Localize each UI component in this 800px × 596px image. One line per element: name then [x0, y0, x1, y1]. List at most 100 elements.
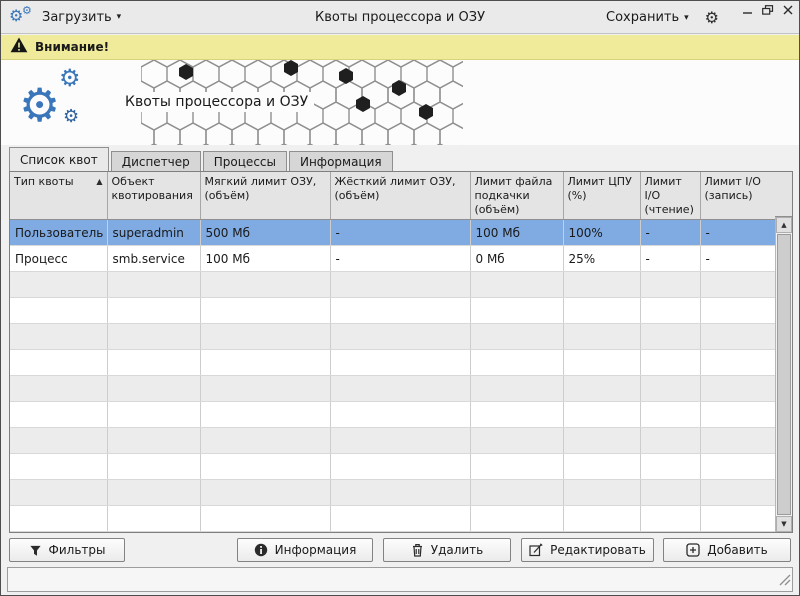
table-cell[interactable]	[10, 480, 107, 506]
table-cell[interactable]	[563, 402, 640, 428]
table-cell[interactable]	[563, 350, 640, 376]
table-cell[interactable]	[700, 402, 776, 428]
table-cell[interactable]	[640, 428, 700, 454]
table-row[interactable]	[10, 376, 776, 402]
table-cell[interactable]	[200, 402, 330, 428]
scrollbar-thumb[interactable]	[777, 234, 791, 515]
table-cell[interactable]	[640, 506, 700, 532]
table-row[interactable]: Пользовательsuperadmin500 Мб-100 Мб100%-…	[10, 220, 776, 246]
table-cell[interactable]	[563, 506, 640, 532]
table-cell[interactable]	[563, 454, 640, 480]
table-cell[interactable]: 0 Мб	[470, 246, 563, 272]
table-cell[interactable]: Пользователь	[10, 220, 107, 246]
column-header[interactable]: Тип квоты▲	[10, 172, 107, 220]
table-cell[interactable]	[10, 454, 107, 480]
table-cell[interactable]: -	[640, 246, 700, 272]
table-cell[interactable]	[330, 506, 470, 532]
table-cell[interactable]	[563, 376, 640, 402]
tab-quota-list[interactable]: Список квот	[9, 147, 109, 171]
table-cell[interactable]	[107, 506, 200, 532]
table-cell[interactable]	[200, 324, 330, 350]
add-button[interactable]: Добавить	[663, 538, 791, 562]
table-cell[interactable]	[700, 272, 776, 298]
table-cell[interactable]: -	[330, 220, 470, 246]
table-cell[interactable]	[470, 506, 563, 532]
table-cell[interactable]	[700, 480, 776, 506]
table-row[interactable]	[10, 402, 776, 428]
table-cell[interactable]	[10, 298, 107, 324]
table-cell[interactable]	[200, 376, 330, 402]
table-cell[interactable]	[107, 298, 200, 324]
table-cell[interactable]	[563, 324, 640, 350]
maximize-button[interactable]	[762, 5, 774, 15]
table-cell[interactable]	[640, 298, 700, 324]
table-cell[interactable]	[470, 298, 563, 324]
table-cell[interactable]	[700, 454, 776, 480]
table-cell[interactable]	[640, 324, 700, 350]
settings-gear-icon[interactable]: ⚙	[705, 10, 719, 26]
table-cell[interactable]	[200, 454, 330, 480]
table-cell[interactable]	[107, 376, 200, 402]
table-row[interactable]	[10, 272, 776, 298]
table-cell[interactable]	[640, 454, 700, 480]
table-row[interactable]	[10, 324, 776, 350]
table-cell[interactable]	[700, 506, 776, 532]
vertical-scrollbar[interactable]: ▲ ▼	[775, 217, 792, 532]
table-cell[interactable]: 500 Мб	[200, 220, 330, 246]
table-cell[interactable]	[200, 428, 330, 454]
table-cell[interactable]	[10, 272, 107, 298]
minimize-button[interactable]	[742, 5, 753, 15]
table-cell[interactable]	[10, 428, 107, 454]
tab-information[interactable]: Информация	[289, 151, 393, 171]
table-cell[interactable]	[107, 428, 200, 454]
table-cell[interactable]	[10, 350, 107, 376]
table-cell[interactable]	[700, 532, 776, 533]
table-cell[interactable]	[640, 480, 700, 506]
table-cell[interactable]	[470, 454, 563, 480]
column-header[interactable]: Объект квотирования	[107, 172, 200, 220]
table-cell[interactable]	[107, 480, 200, 506]
table-cell[interactable]	[470, 532, 563, 533]
scroll-up-button[interactable]: ▲	[776, 217, 792, 233]
table-cell[interactable]	[700, 376, 776, 402]
table-cell[interactable]	[470, 272, 563, 298]
table-cell[interactable]: -	[330, 246, 470, 272]
table-cell[interactable]	[563, 532, 640, 533]
table-cell[interactable]	[200, 272, 330, 298]
table-cell[interactable]	[640, 532, 700, 533]
close-button[interactable]	[783, 5, 793, 15]
load-menu-button[interactable]: Загрузить ▾	[42, 10, 121, 25]
table-cell[interactable]	[10, 402, 107, 428]
table-cell[interactable]	[107, 402, 200, 428]
table-cell[interactable]	[330, 454, 470, 480]
table-cell[interactable]	[640, 376, 700, 402]
table-cell[interactable]	[330, 324, 470, 350]
table-cell[interactable]	[10, 324, 107, 350]
table-cell[interactable]	[200, 532, 330, 533]
table-cell[interactable]	[470, 350, 563, 376]
table-cell[interactable]	[700, 350, 776, 376]
table-cell[interactable]	[470, 376, 563, 402]
table-cell[interactable]	[107, 454, 200, 480]
table-cell[interactable]	[563, 480, 640, 506]
table-cell[interactable]	[563, 428, 640, 454]
table-row[interactable]	[10, 350, 776, 376]
table-cell[interactable]	[640, 272, 700, 298]
table-cell[interactable]	[700, 324, 776, 350]
table-cell[interactable]	[470, 428, 563, 454]
table-cell[interactable]	[10, 506, 107, 532]
tab-processes[interactable]: Процессы	[203, 151, 287, 171]
table-cell[interactable]	[330, 402, 470, 428]
table-cell[interactable]	[700, 428, 776, 454]
column-header[interactable]: Лимит ЦПУ (%)	[563, 172, 640, 220]
table-row[interactable]	[10, 506, 776, 532]
table-cell[interactable]	[200, 480, 330, 506]
table-cell[interactable]	[563, 272, 640, 298]
table-cell[interactable]	[330, 272, 470, 298]
filters-button[interactable]: Фильтры	[9, 538, 125, 562]
column-header[interactable]: Жёсткий лимит ОЗУ, (объём)	[330, 172, 470, 220]
save-menu-button[interactable]: Сохранить ▾	[606, 10, 689, 25]
table-cell[interactable]	[470, 324, 563, 350]
table-cell[interactable]: 25%	[563, 246, 640, 272]
table-cell[interactable]	[330, 428, 470, 454]
